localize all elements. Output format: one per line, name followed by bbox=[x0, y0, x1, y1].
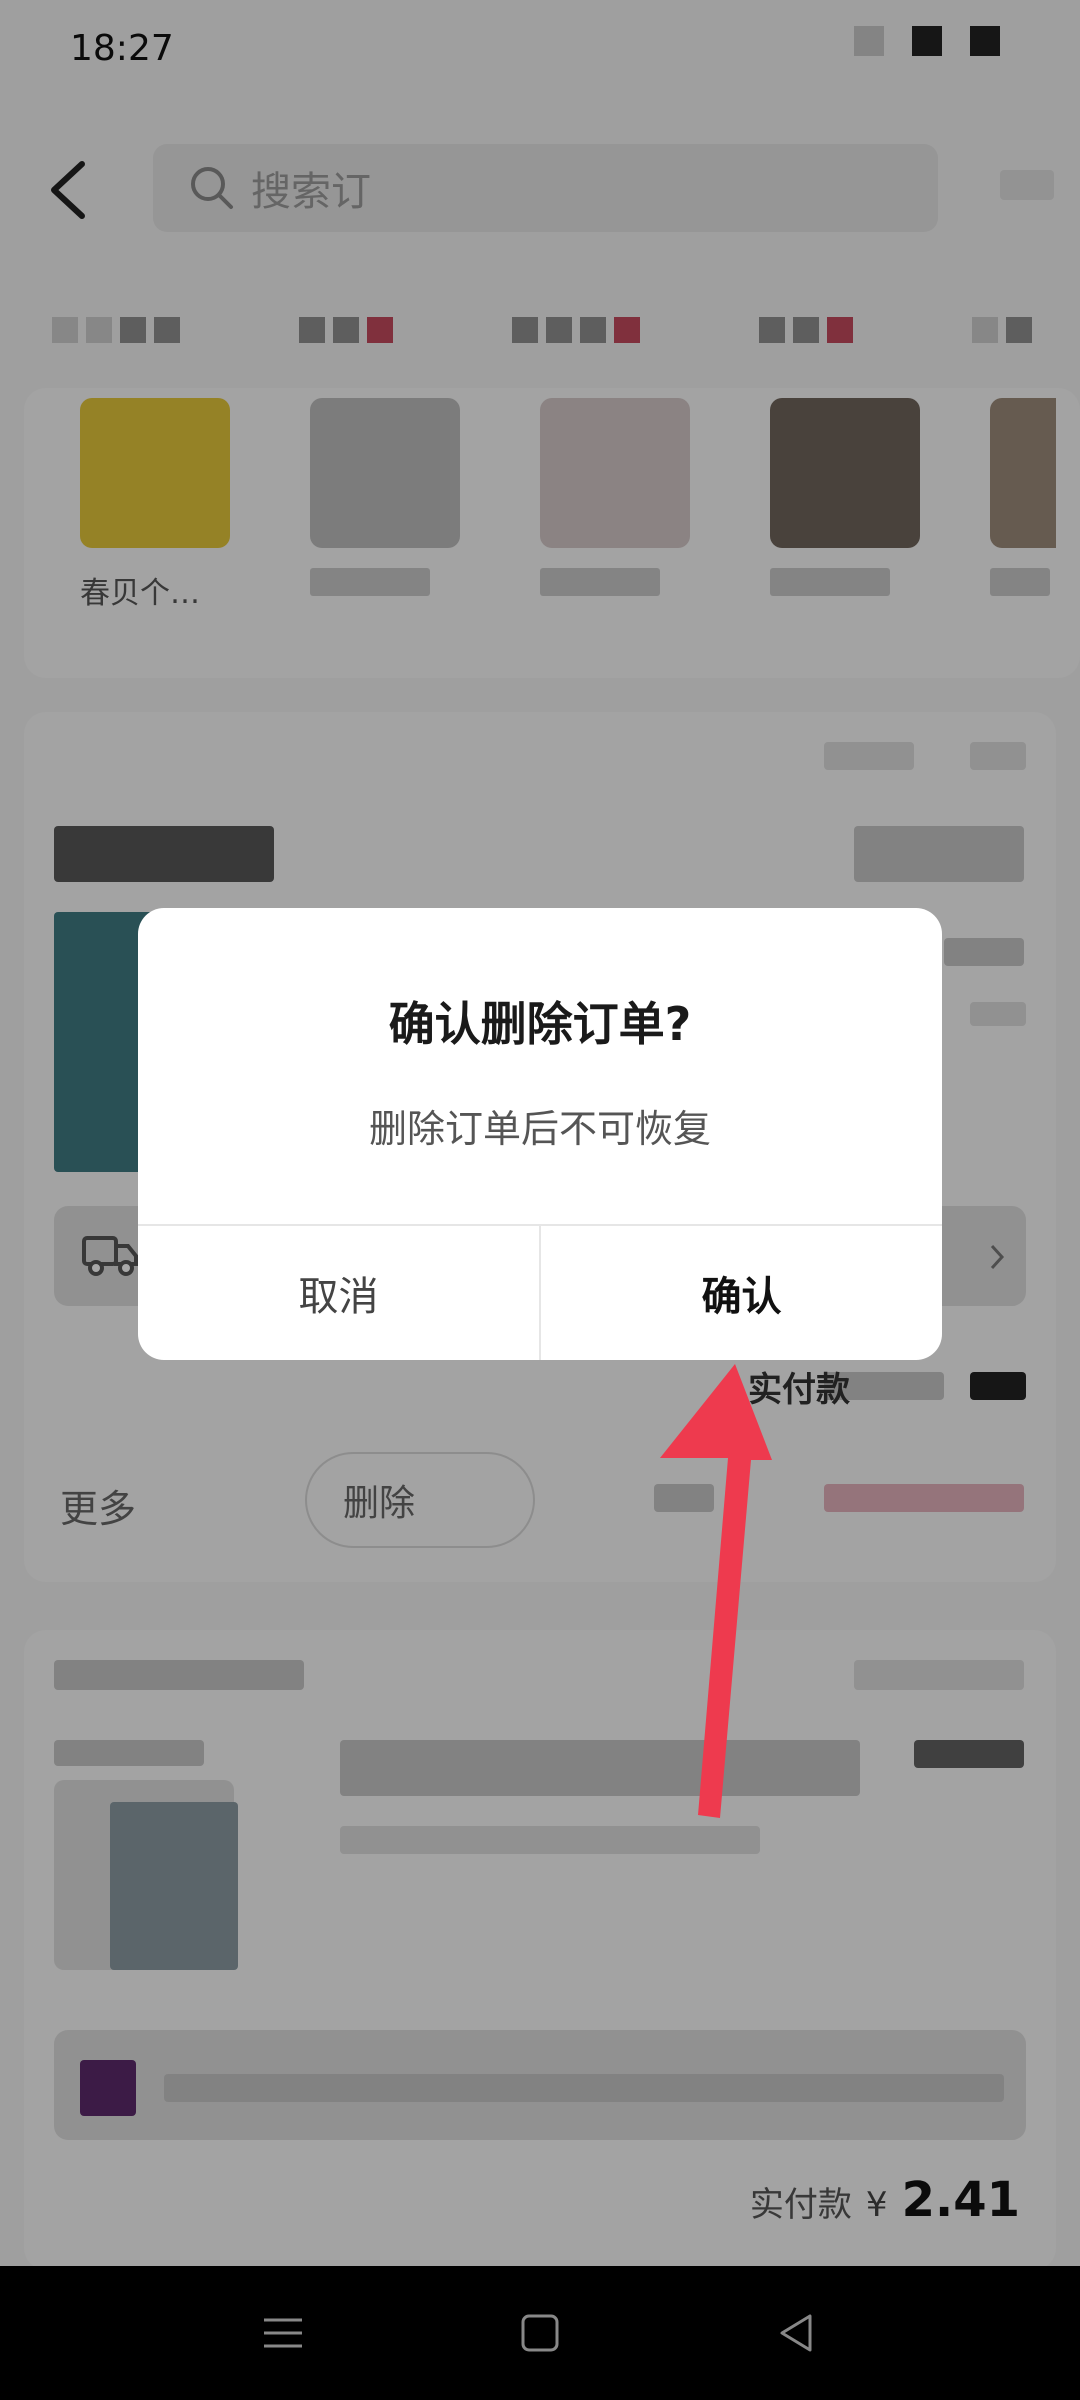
order-list-screen: 18:27 搜索订 春贝个… 实付款 更多 删除 实付款 ¥ 2.41 确认删除… bbox=[0, 0, 1080, 2266]
home-icon[interactable] bbox=[513, 2306, 567, 2360]
confirm-button[interactable]: 确认 bbox=[541, 1226, 942, 1360]
confirm-delete-dialog: 确认删除订单? 删除订单后不可恢复 取消 确认 bbox=[138, 908, 942, 1360]
annotation-arrow-icon bbox=[660, 1364, 772, 1818]
dialog-message: 删除订单后不可恢复 bbox=[368, 1107, 711, 1151]
dialog-title: 确认删除订单? bbox=[388, 997, 692, 1051]
system-nav-bar bbox=[0, 2266, 1080, 2400]
back-icon[interactable] bbox=[770, 2306, 824, 2360]
menu-icon[interactable] bbox=[256, 2306, 310, 2360]
cancel-button[interactable]: 取消 bbox=[138, 1226, 539, 1360]
